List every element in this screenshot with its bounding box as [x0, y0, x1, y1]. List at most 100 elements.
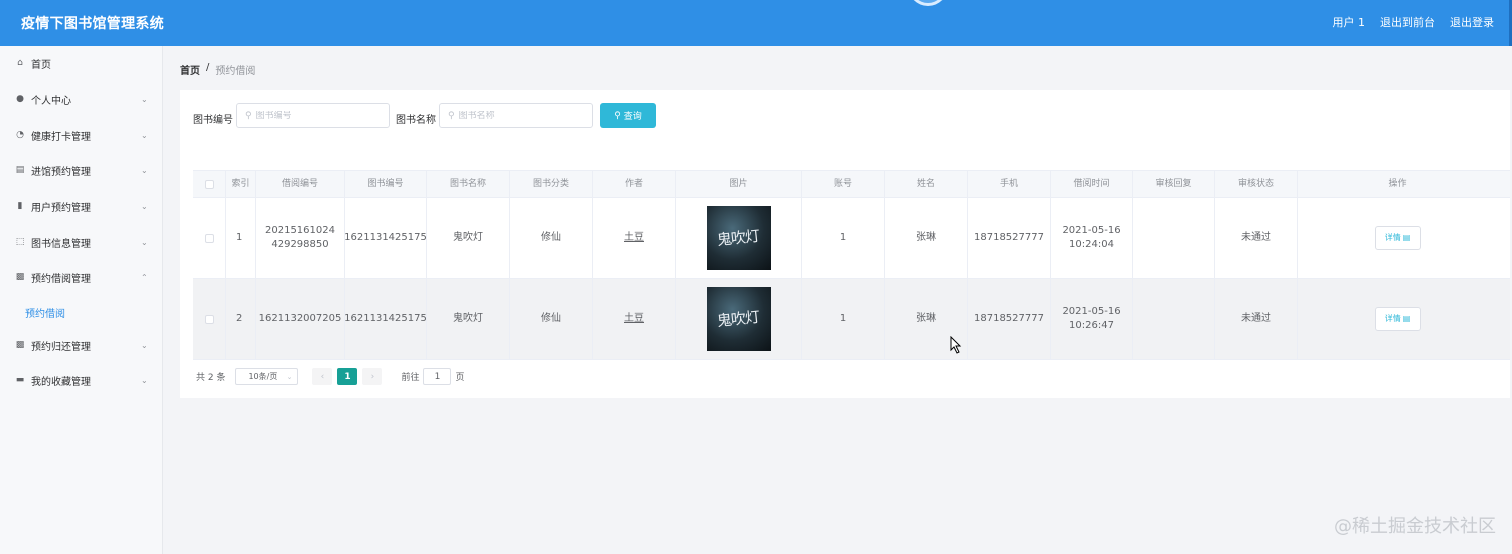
detail-button[interactable]: 详情 ▤ — [1374, 307, 1421, 331]
header-cell: 图书分类 — [510, 171, 593, 197]
sidebar-item-label: 图书信息管理 — [31, 238, 91, 250]
book-no-input-wrapper[interactable]: ⚲ — [236, 103, 390, 128]
reply-cell — [1133, 198, 1215, 278]
chevron-down-icon: ⌄ — [141, 340, 148, 350]
image-cell: 鬼吹灯 — [676, 279, 802, 359]
monitor-icon: ▬ — [15, 375, 25, 385]
app-title: 疫情下图书馆管理系统 — [21, 16, 164, 32]
borrow-time-cell: 2021-05-16 10:24:04 — [1051, 198, 1133, 278]
sidebar-item-label: 预约归还管理 — [31, 341, 91, 353]
account-cell: 1 — [802, 279, 885, 359]
page-number-current[interactable]: 1 — [337, 368, 358, 385]
next-page-button[interactable]: › — [362, 368, 383, 385]
book-name-input[interactable] — [458, 110, 579, 121]
borrow-no-cell: 20215161024429298850 — [256, 198, 345, 278]
exit-to-frontend-link[interactable]: 退出到前台 — [1380, 14, 1435, 30]
chevron-right-icon: › — [370, 371, 375, 382]
search-icon: ⚲ — [614, 110, 621, 120]
row-select-cell[interactable] — [193, 279, 226, 359]
breadcrumb-home[interactable]: 首页 — [180, 62, 200, 77]
table-row: 1 20215161024429298850 1621131425175 鬼吹灯… — [193, 198, 1510, 279]
clipboard-icon: ▩ — [15, 272, 25, 282]
header-cell: 审核状态 — [1215, 171, 1298, 197]
chevron-down-icon: ⌄ — [141, 165, 148, 175]
header-cell: 借阅编号 — [256, 171, 345, 197]
select-all-checkbox[interactable] — [204, 179, 214, 189]
header-cell: 图书编号 — [345, 171, 427, 197]
goto-page-input[interactable]: 1 — [423, 368, 452, 385]
page-size-select[interactable]: 10条/页 ⌄ — [235, 368, 299, 385]
book-cover-image: 鬼吹灯 — [706, 206, 771, 270]
index-cell: 2 — [226, 279, 256, 359]
book-no-input[interactable] — [255, 110, 376, 121]
header-cell: 操作 — [1388, 179, 1407, 189]
sidebar-item-label: 首页 — [31, 59, 51, 71]
book-no-cell: 1621131425175 — [344, 279, 427, 359]
author-link[interactable]: 土豆 — [624, 231, 644, 245]
chevron-up-icon: ⌃ — [141, 272, 148, 282]
header-cell: 作者 — [593, 171, 676, 197]
mouse-cursor-icon — [950, 336, 962, 354]
sidebar-subitem-borrow[interactable]: 预约借阅 — [25, 305, 65, 320]
user-icon: ● — [16, 94, 24, 104]
sidebar-item-return-reservation[interactable]: ▩ 预约归还管理 ⌄ — [0, 335, 163, 355]
detail-button-label: 详情 — [1384, 314, 1401, 323]
table-header: 索引 借阅编号 图书编号 图书名称 图书分类 作者 图片 账号 姓名 手机 借阅… — [193, 170, 1510, 198]
row-select-cell[interactable] — [193, 198, 226, 278]
user-name-link[interactable]: 用户 1 — [1333, 14, 1366, 30]
sidebar-item-favorites[interactable]: ▬ 我的收藏管理 ⌄ — [0, 370, 163, 390]
phone-cell: 18718527777 — [968, 279, 1051, 359]
detail-button[interactable]: 详情 ▤ — [1374, 226, 1421, 250]
building-icon: ▤ — [15, 165, 25, 175]
header-cell: 借阅时间 — [1051, 171, 1133, 197]
index-cell: 1 — [226, 198, 256, 278]
status-cell: 未通过 — [1215, 198, 1298, 278]
sidebar-item-entry-reservation[interactable]: ▤ 进馆预约管理 ⌄ — [0, 160, 163, 180]
sidebar-item-borrow-reservation[interactable]: ▩ 预约借阅管理 ⌃ — [0, 267, 163, 287]
sidebar-item-label: 用户预约管理 — [31, 202, 91, 214]
search-icon: ⚲ — [245, 110, 252, 121]
sidebar-item-book-info[interactable]: ⬚ 图书信息管理 ⌄ — [0, 232, 163, 252]
dashboard-icon: ◔ — [16, 130, 24, 140]
sidebar-item-health-checkin[interactable]: ◔ 健康打卡管理 ⌄ — [0, 125, 163, 145]
author-link[interactable]: 土豆 — [624, 312, 644, 326]
document-icon: ▤ — [1402, 233, 1411, 242]
page-size-value: 10条/页 — [248, 372, 278, 381]
chevron-down-icon: ⌄ — [141, 237, 148, 247]
chevron-down-icon: ⌄ — [141, 201, 148, 211]
chevron-down-icon: ⌄ — [141, 94, 148, 104]
logout-link[interactable]: 退出登录 — [1450, 14, 1494, 30]
page-suffix-label: 页 — [455, 373, 465, 383]
scan-icon: ⬚ — [15, 237, 25, 247]
book-name-input-wrapper[interactable]: ⚲ — [439, 103, 593, 128]
query-button[interactable]: ⚲ 查询 — [600, 103, 656, 128]
phone-cell: 18718527777 — [968, 198, 1051, 278]
author-cell: 土豆 — [593, 279, 676, 359]
sidebar-item-user-reservation[interactable]: ▮ 用户预约管理 ⌄ — [0, 196, 163, 216]
book-cover-image: 鬼吹灯 — [706, 287, 771, 351]
document-icon: ▤ — [1402, 314, 1411, 323]
prev-page-button[interactable]: ‹ — [312, 368, 333, 385]
sidebar-item-label: 我的收藏管理 — [31, 376, 91, 388]
borrow-time-cell: 2021-05-16 10:26:47 — [1051, 279, 1133, 359]
watermark: @稀土掘金技术社区 — [1334, 516, 1496, 537]
sidebar-item-home[interactable]: ⌂ 首页 — [0, 53, 163, 73]
logo-icon — [908, 0, 948, 6]
chevron-down-icon: ⌄ — [141, 375, 148, 385]
book-cover-title: 鬼吹灯 — [716, 226, 761, 250]
category-cell: 修仙 — [510, 279, 593, 359]
sidebar-item-label: 进馆预约管理 — [31, 166, 91, 178]
clipboard-icon: ▩ — [15, 340, 25, 350]
header-select-all[interactable] — [193, 171, 226, 197]
sidebar-item-personal-center[interactable]: ● 个人中心 ⌄ — [0, 89, 163, 109]
reply-cell — [1133, 279, 1215, 359]
book-no-label: 图书编号 — [193, 115, 233, 126]
author-cell: 土豆 — [593, 198, 676, 278]
row-checkbox[interactable] — [204, 233, 214, 243]
header-cell: 图书名称 — [427, 171, 510, 197]
row-checkbox[interactable] — [204, 314, 214, 324]
book-name-cell: 鬼吹灯 — [427, 279, 510, 359]
name-cell: 张琳 — [885, 198, 968, 278]
search-icon: ⚲ — [448, 110, 455, 121]
header-links: 用户 1 退出到前台 退出登录 — [1333, 14, 1495, 30]
